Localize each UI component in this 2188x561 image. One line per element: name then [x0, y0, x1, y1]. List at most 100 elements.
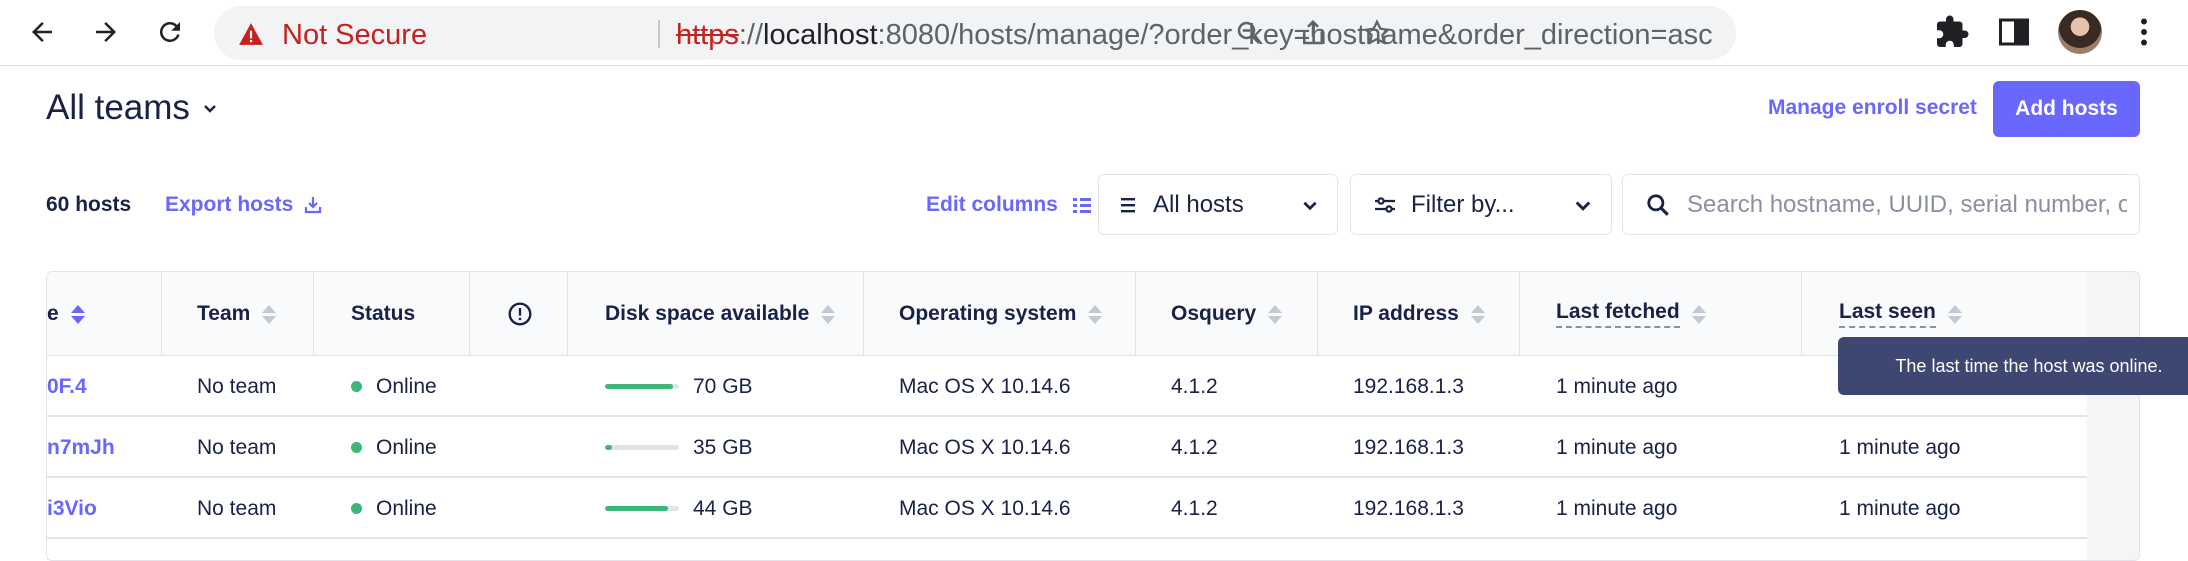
- url-separator: ://: [738, 19, 764, 51]
- column-header-osquery[interactable]: Osquery: [1171, 272, 1283, 356]
- url-scheme: https: [676, 19, 739, 51]
- online-dot-icon: [351, 381, 362, 392]
- url-text[interactable]: https://localhost:8080/hosts/manage/?ord…: [676, 19, 1713, 52]
- forward-button[interactable]: [84, 10, 128, 54]
- download-icon: [305, 197, 322, 214]
- column-header-disk[interactable]: Disk space available: [605, 272, 836, 356]
- disk-bar: [605, 445, 679, 450]
- chevron-down-icon: [1575, 200, 1591, 211]
- list-icon: [1121, 197, 1135, 212]
- status-filter-value: All hosts: [1153, 190, 1244, 218]
- zoom-icon[interactable]: [1234, 18, 1264, 48]
- osquery-cell: 4.1.2: [1171, 496, 1218, 520]
- status-cell: Online: [351, 356, 437, 417]
- reload-button[interactable]: [148, 10, 192, 54]
- add-hosts-button[interactable]: Add hosts: [1993, 81, 2140, 137]
- arrow-left-icon: [32, 22, 52, 42]
- disk-bar: [605, 384, 679, 389]
- disk-bar-fill: [605, 445, 613, 450]
- filter-by-dropdown[interactable]: Filter by...: [1350, 174, 1612, 235]
- table-row[interactable]: n7mJh No team Online 35 GB Mac OS X 10.1…: [47, 417, 2087, 478]
- host-count: 60 hosts: [46, 193, 132, 216]
- disk-cell: 70 GB: [605, 356, 753, 417]
- last-seen-tooltip: The last time the host was online.: [1838, 337, 2188, 395]
- search-icon: [1647, 193, 1669, 216]
- status-cell: Online: [351, 478, 437, 539]
- disk-bar-fill: [605, 506, 668, 511]
- search-input[interactable]: [1687, 190, 2127, 219]
- disk-cell: 35 GB: [605, 417, 753, 478]
- hostname-link[interactable]: n7mJh: [47, 417, 115, 478]
- sort-arrows-icon: [1947, 304, 1962, 324]
- status-text: Online: [376, 374, 437, 398]
- last-seen-cell: 1 minute ago: [1839, 496, 1961, 520]
- disk-cell: 44 GB: [605, 478, 753, 539]
- column-label: Last fetched: [1556, 300, 1680, 328]
- url-host: localhost: [763, 19, 878, 51]
- sort-arrows-icon: [262, 304, 277, 324]
- chevron-down-icon: [1303, 201, 1317, 210]
- reload-icon: [159, 21, 180, 42]
- column-header-os[interactable]: Operating system: [899, 272, 1103, 356]
- last-fetched-cell: 1 minute ago: [1556, 496, 1678, 520]
- share-icon[interactable]: [1298, 18, 1328, 48]
- column-header-team[interactable]: Team: [197, 272, 277, 356]
- ip-cell: 192.168.1.3: [1353, 374, 1464, 398]
- disk-text: 44 GB: [693, 496, 753, 520]
- more-menu-icon[interactable]: [2126, 14, 2162, 50]
- column-label: Osquery: [1171, 302, 1257, 325]
- team-cell: No team: [197, 435, 277, 459]
- status-cell: Online: [351, 417, 437, 478]
- column-divider: [1317, 272, 1318, 356]
- table-row[interactable]: i3Vio No team Online 44 GB Mac OS X 10.1…: [47, 478, 2087, 539]
- team-selector[interactable]: All teams: [46, 88, 218, 128]
- manage-enroll-secret-link[interactable]: Manage enroll secret: [1768, 96, 1977, 120]
- status-filter-dropdown[interactable]: All hosts: [1098, 174, 1338, 235]
- edit-columns-button[interactable]: Edit columns: [926, 193, 1092, 217]
- column-label: Team: [197, 302, 251, 325]
- last-fetched-cell: 1 minute ago: [1556, 374, 1678, 398]
- column-divider: [313, 272, 314, 356]
- table-row[interactable]: 0F.4 No team Online 70 GB Mac OS X 10.14…: [47, 356, 2087, 417]
- column-divider: [1519, 272, 1520, 356]
- disk-bar: [605, 506, 679, 511]
- column-divider: [567, 272, 568, 356]
- url-path: :8080/hosts/manage/?order_key=hostname&o…: [877, 19, 1713, 51]
- column-header-status: Status: [351, 272, 415, 356]
- status-text: Online: [376, 435, 437, 459]
- disk-text: 70 GB: [693, 374, 753, 398]
- filter-sliders-icon: [1375, 196, 1395, 213]
- address-bar[interactable]: Not Secure https://localhost:8080/hosts/…: [214, 6, 1736, 60]
- hostname-link[interactable]: i3Vio: [47, 478, 97, 539]
- column-label: Operating system: [899, 302, 1077, 325]
- extensions-icon[interactable]: [1934, 14, 1970, 50]
- os-cell: Mac OS X 10.14.6: [899, 496, 1071, 520]
- os-cell: Mac OS X 10.14.6: [899, 435, 1071, 459]
- sort-arrows-icon: [1268, 304, 1283, 324]
- bookmark-star-icon[interactable]: [1362, 18, 1392, 48]
- sort-arrows-icon: [821, 304, 836, 324]
- chevron-down-icon: [204, 105, 216, 113]
- not-secure-label[interactable]: Not Secure: [282, 19, 427, 52]
- table-header-row: e Team Status Disk space available Opera…: [47, 272, 2087, 356]
- column-divider: [1801, 272, 1802, 356]
- host-search[interactable]: [1622, 174, 2140, 235]
- column-label: Last seen: [1839, 300, 1936, 328]
- column-label: Status: [351, 302, 416, 325]
- address-divider: [658, 20, 660, 48]
- column-header-ip[interactable]: IP address: [1353, 272, 1485, 356]
- back-button[interactable]: [20, 10, 64, 54]
- export-hosts-button[interactable]: Export hosts: [165, 193, 323, 217]
- column-header-last-fetched[interactable]: Last fetched: [1556, 272, 1706, 356]
- online-dot-icon: [351, 442, 362, 453]
- side-panel-icon[interactable]: [1996, 14, 2032, 50]
- edit-columns-label: Edit columns: [926, 193, 1058, 216]
- sort-arrows-icon: [70, 304, 85, 324]
- column-header-hostname[interactable]: e: [47, 272, 85, 356]
- warning-icon: [239, 23, 263, 45]
- profile-avatar[interactable]: [2058, 10, 2102, 54]
- column-label: IP address: [1353, 302, 1459, 325]
- last-seen-cell: 1 minute ago: [1839, 435, 1961, 459]
- hostname-link[interactable]: 0F.4: [47, 356, 87, 417]
- columns-icon: [1072, 198, 1091, 213]
